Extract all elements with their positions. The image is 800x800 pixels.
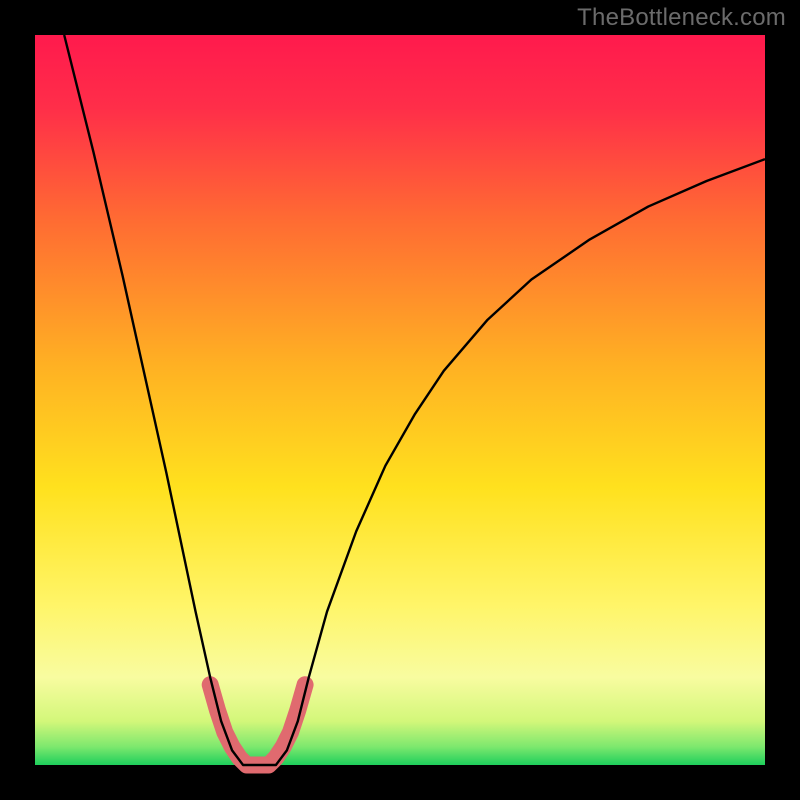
watermark-text: TheBottleneck.com — [577, 4, 786, 32]
plot-background — [35, 35, 765, 765]
bottleneck-chart — [0, 0, 800, 800]
